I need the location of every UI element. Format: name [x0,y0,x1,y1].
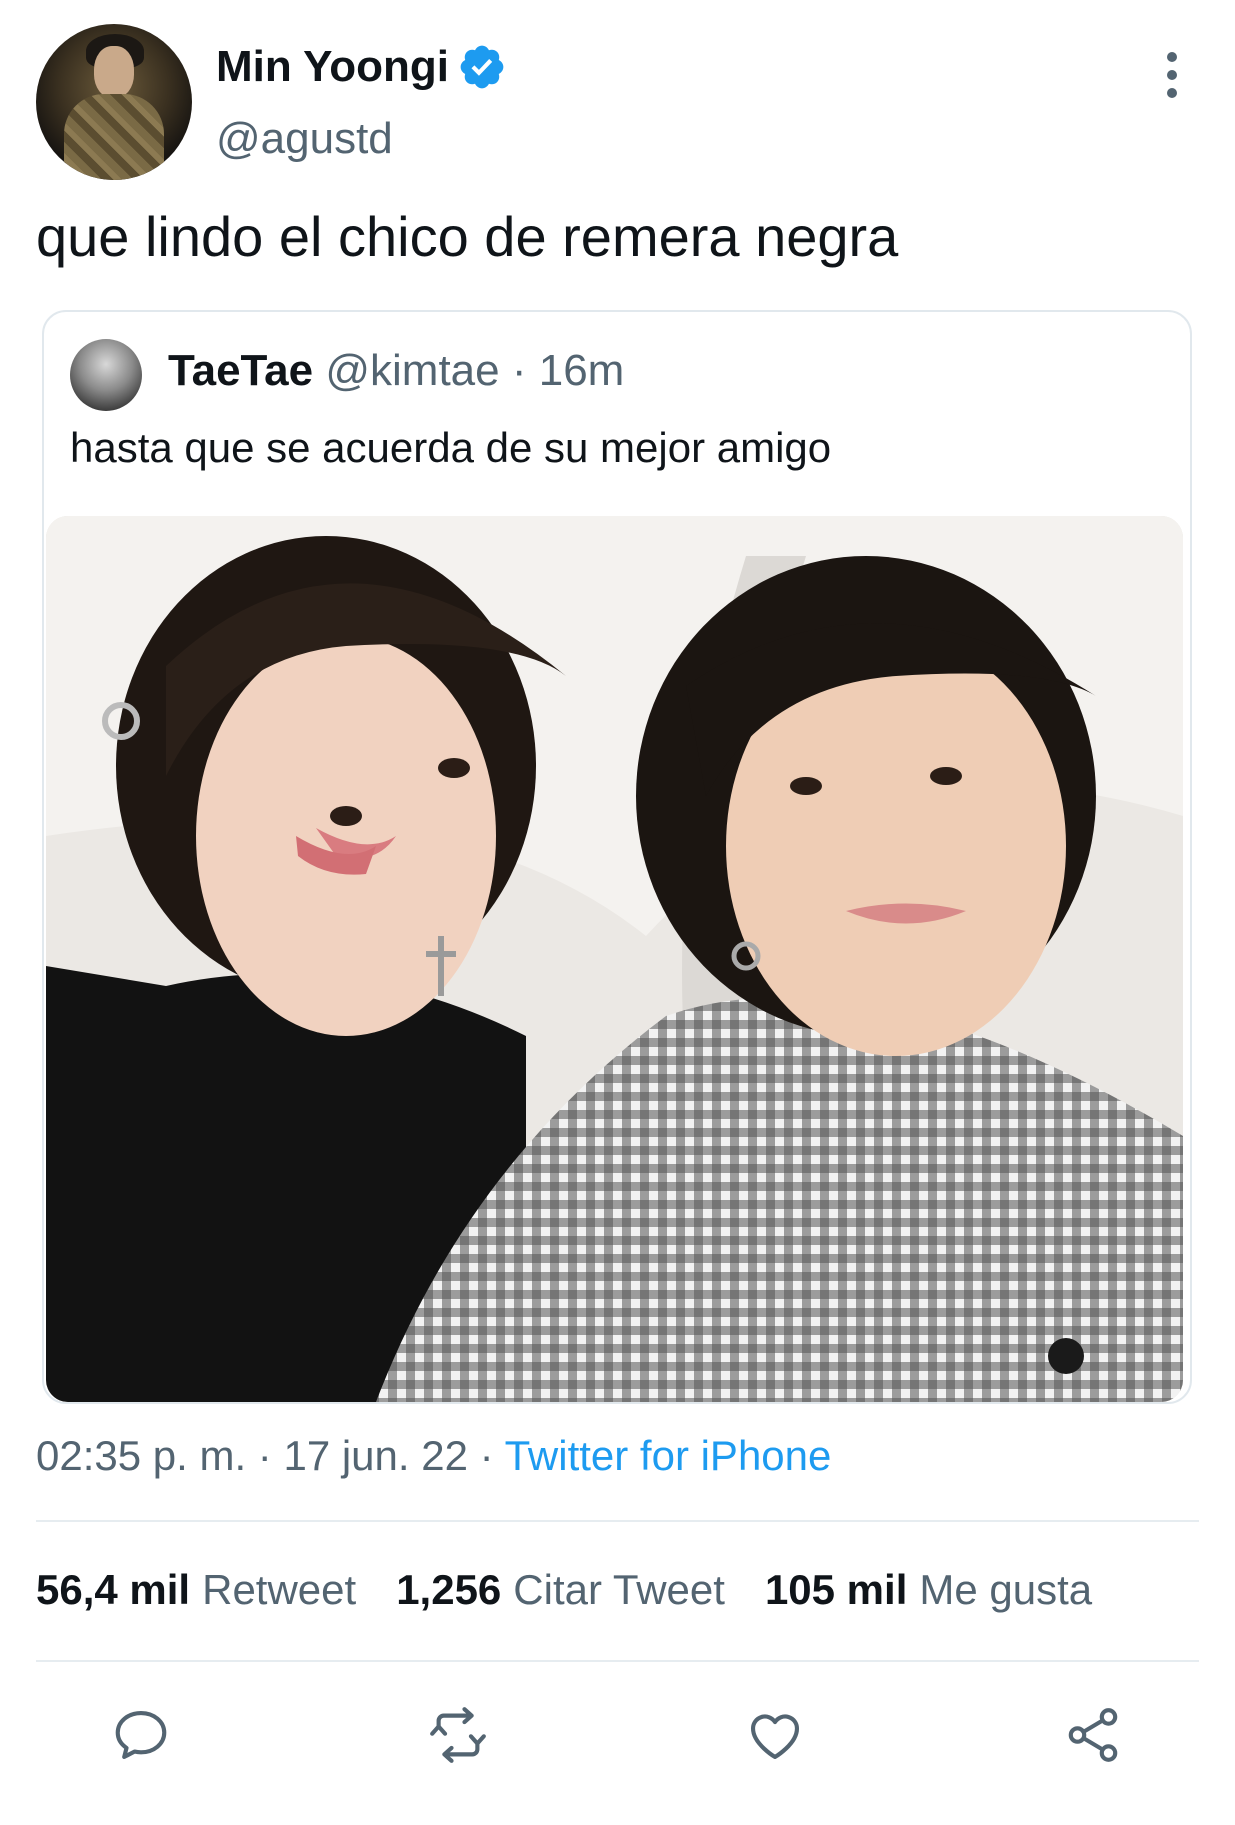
tweet-time: 02:35 p. m. [36,1432,247,1479]
quoted-tweet-header: TaeTae @kimtae · 16m [168,346,624,396]
avatar-face [94,46,134,98]
tweet-date: 17 jun. 22 [283,1432,468,1479]
tweet-meta-separator: · [257,1432,272,1479]
tweet-text: que lindo el chico de remera negra [36,205,899,268]
quotes-label: Citar Tweet [513,1566,725,1613]
avatar-shirt [64,94,164,180]
retweets-count: 56,4 mil [36,1566,191,1613]
retweet-icon[interactable] [423,1700,493,1770]
quoted-tweet-text: hasta que se acuerda de su mejor amigo [70,424,832,471]
quoted-author-avatar [70,339,142,411]
like-icon[interactable] [740,1700,810,1770]
quoted-tweet[interactable]: TaeTae @kimtae · 16m hasta que se acuerd… [42,310,1192,1404]
author-handle[interactable]: @agustd [216,114,393,164]
share-icon[interactable] [1058,1700,1128,1770]
quoted-separator: · [511,346,527,395]
more-options-icon[interactable] [1158,52,1186,98]
retweets-label: Retweet [202,1566,357,1613]
tweet-meta-separator: · [479,1432,494,1479]
quoted-tweet-photo[interactable] [46,516,1183,1402]
author-name[interactable]: Min Yoongi [216,42,449,92]
author-avatar[interactable] [36,24,192,180]
tweet-actions-bar [0,1700,1235,1770]
verified-badge-icon [460,45,504,89]
more-dot [1167,70,1177,80]
quoted-author-name: TaeTae [168,346,314,395]
stats-top-divider [36,1520,1199,1522]
quoted-tweet-age: 16m [538,346,625,395]
quoted-author-handle: @kimtae [325,346,500,395]
likes-count: 105 mil [764,1566,908,1613]
likes-stat[interactable]: 105 mil Me gusta [765,1566,1106,1614]
retweets-stat[interactable]: 56,4 mil Retweet [36,1566,370,1614]
quotes-count: 1,256 [396,1566,502,1613]
likes-label: Me gusta [919,1566,1093,1613]
reply-icon[interactable] [106,1700,176,1770]
tweet-source-link[interactable]: Twitter for iPhone [505,1432,832,1479]
more-dot [1167,52,1177,62]
tweet-meta-line: 02:35 p. m. · 17 jun. 22 · Twitter for i… [36,1432,831,1480]
quotes-stat[interactable]: 1,256 Citar Tweet [396,1566,739,1614]
more-dot [1167,88,1177,98]
author-name-row[interactable]: Min Yoongi [216,42,507,92]
engagement-stats: 56,4 mil Retweet 1,256 Citar Tweet 105 mil… [36,1566,1106,1614]
selfie-photo-illustration [46,516,1183,1402]
stats-bottom-divider [36,1660,1199,1662]
